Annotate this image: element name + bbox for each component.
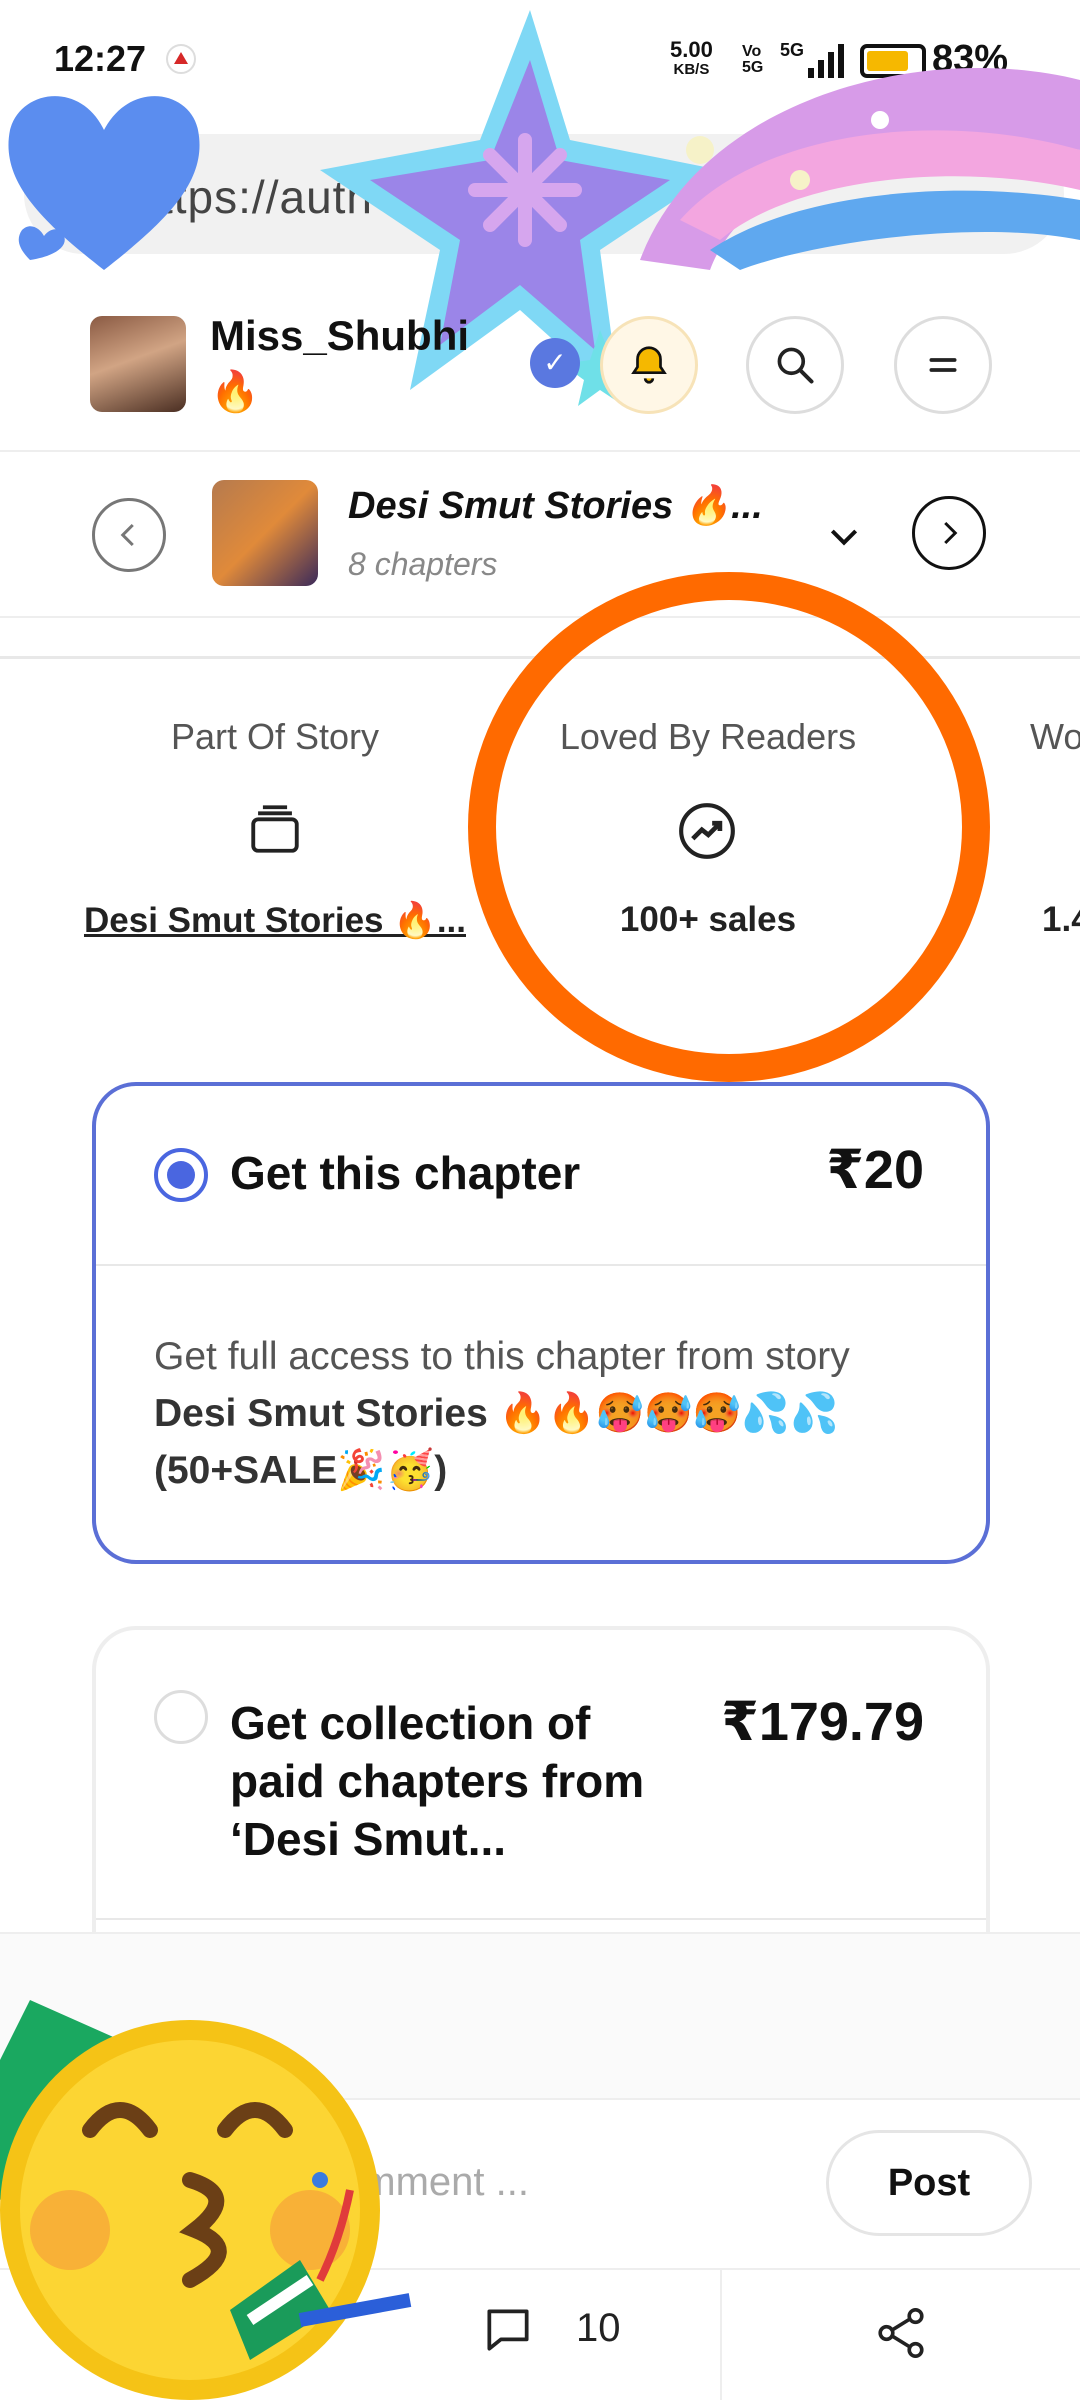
author-name[interactable]: Miss_Shubhi xyxy=(210,312,469,360)
story-cover-image[interactable] xyxy=(212,480,318,586)
chapter-dropdown-button[interactable] xyxy=(824,516,864,561)
author-emoji: 🔥 xyxy=(210,370,260,414)
volte-icon: Vo 5G xyxy=(742,43,764,76)
notification-bell-button[interactable] xyxy=(600,316,698,414)
stat-part-of-story-label: Part Of Story xyxy=(170,716,380,757)
comments-panel xyxy=(0,1932,1080,2100)
chevron-down-icon xyxy=(830,529,858,546)
option-title: Get collection of paid chapters from ‘De… xyxy=(230,1697,645,1865)
card-divider xyxy=(96,1918,986,1920)
status-time: 12:27 xyxy=(54,38,147,79)
story-chapter-count: 8 chapters xyxy=(348,546,498,582)
stat-third-value: 1.4 xyxy=(1042,900,1080,939)
url-text[interactable]: ttps://auth xyxy=(160,170,373,224)
previous-chapter-button[interactable] xyxy=(92,498,166,572)
search-button[interactable] xyxy=(746,316,844,414)
comment-icon[interactable] xyxy=(480,2302,536,2363)
stat-third-label: Wo xyxy=(1030,716,1080,757)
chevron-left-icon xyxy=(120,523,134,547)
battery-icon xyxy=(860,44,926,78)
author-avatar[interactable] xyxy=(90,316,186,412)
option-price: ₹20 xyxy=(826,1140,924,1200)
share-icon[interactable] xyxy=(872,2304,930,2367)
menu-icon xyxy=(929,358,957,372)
comment-input[interactable]: omment ... xyxy=(340,2160,529,2205)
network-type: 5G xyxy=(780,40,805,60)
option-price: ₹179.79 xyxy=(721,1692,924,1752)
signal-icon xyxy=(806,40,846,85)
radio-selected[interactable] xyxy=(154,1148,208,1202)
network-speed: 5.00 KB/S xyxy=(670,37,713,79)
card-divider xyxy=(96,1264,986,1266)
stack-icon xyxy=(246,800,304,863)
highlight-circle-annotation xyxy=(468,572,990,1082)
option-description: Get full access to this chapter from sto… xyxy=(154,1335,850,1492)
option-title: Get this chapter xyxy=(230,1147,581,1199)
story-title[interactable]: Desi Smut Stories 🔥... xyxy=(348,484,763,528)
next-chapter-button[interactable] xyxy=(912,496,986,570)
battery-percent: 83% xyxy=(932,38,1009,80)
verified-badge-icon: ✓ xyxy=(530,338,580,388)
bell-icon xyxy=(631,346,667,384)
comment-count[interactable]: 10 xyxy=(576,2306,621,2351)
notification-icon xyxy=(166,44,196,74)
bottom-divider xyxy=(720,2270,722,2400)
chevron-right-icon xyxy=(944,521,958,545)
radio-unselected[interactable] xyxy=(154,1690,208,1744)
menu-button[interactable] xyxy=(894,316,992,414)
stat-story-link[interactable]: Desi Smut Stories 🔥... xyxy=(68,900,482,941)
post-button[interactable]: Post xyxy=(826,2130,1032,2236)
search-icon xyxy=(777,347,814,384)
